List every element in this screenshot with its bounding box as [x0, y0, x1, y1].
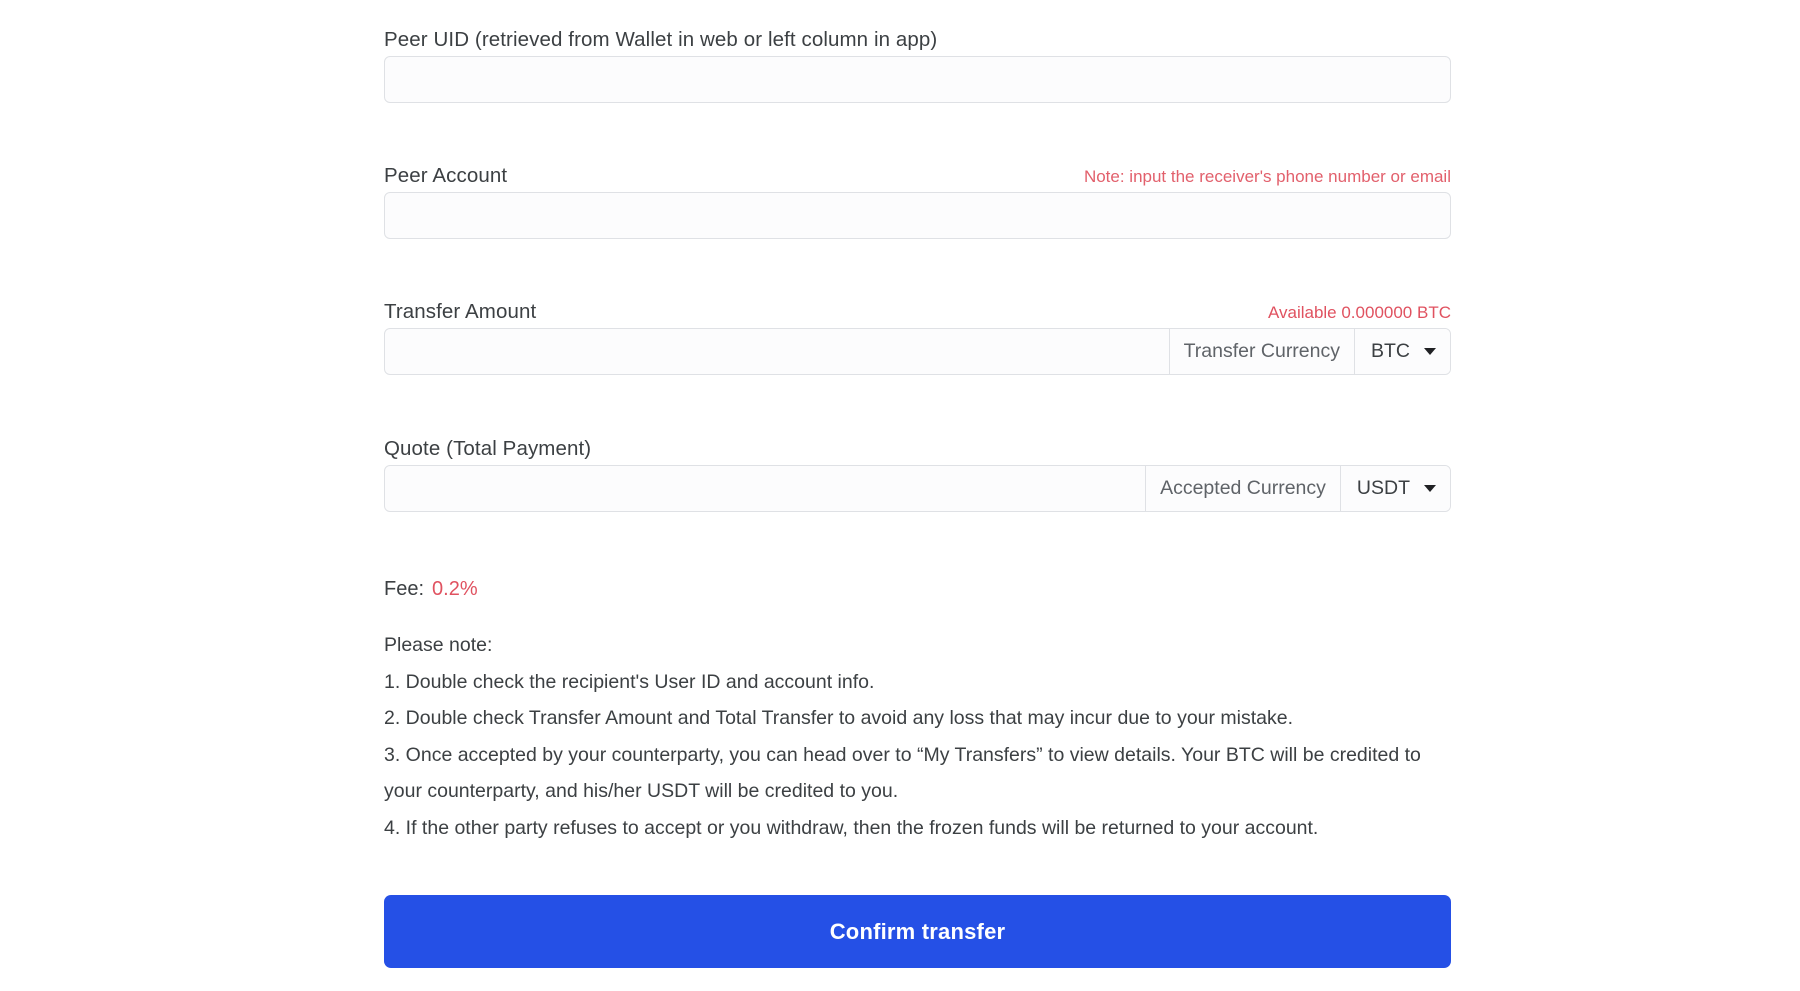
- confirm-transfer-button[interactable]: Confirm transfer: [384, 895, 1451, 968]
- transfer-page: Peer UID (retrieved from Wallet in web o…: [0, 0, 1800, 991]
- transfer-currency-value: BTC: [1371, 340, 1410, 363]
- peer-account-control: [384, 192, 1451, 239]
- note-item: 1. Double check the recipient's User ID …: [384, 664, 1434, 701]
- chevron-down-icon: [1424, 348, 1436, 355]
- field-quote-header: Quote (Total Payment): [384, 437, 1451, 465]
- field-transfer-amount: Transfer Amount Available 0.000000 BTC T…: [384, 300, 1451, 375]
- field-peer-account: Peer Account Note: input the receiver's …: [384, 164, 1451, 239]
- quote-label: Quote (Total Payment): [384, 437, 591, 461]
- chevron-down-icon: [1424, 485, 1436, 492]
- transfer-amount-control: Transfer Currency BTC: [384, 328, 1451, 375]
- peer-uid-input[interactable]: [385, 57, 1450, 102]
- peer-uid-label: Peer UID (retrieved from Wallet in web o…: [384, 28, 937, 52]
- transfer-currency-select[interactable]: BTC: [1354, 329, 1450, 374]
- please-note-block: Please note: 1. Double check the recipie…: [384, 627, 1434, 846]
- accepted-currency-addon-label: Accepted Currency: [1145, 466, 1340, 511]
- quote-control: Accepted Currency USDT: [384, 465, 1451, 512]
- quote-input[interactable]: [385, 466, 1145, 511]
- field-peer-account-header: Peer Account Note: input the receiver's …: [384, 164, 1451, 192]
- note-item: 4. If the other party refuses to accept …: [384, 810, 1434, 847]
- peer-account-input[interactable]: [385, 193, 1450, 238]
- accepted-currency-value: USDT: [1357, 477, 1410, 500]
- transfer-amount-input[interactable]: [385, 329, 1169, 374]
- transfer-currency-addon-label: Transfer Currency: [1169, 329, 1354, 374]
- peer-uid-control: [384, 56, 1451, 103]
- accepted-currency-select[interactable]: USDT: [1340, 466, 1450, 511]
- notes-heading: Please note:: [384, 627, 1434, 664]
- field-peer-uid-header: Peer UID (retrieved from Wallet in web o…: [384, 28, 1451, 56]
- fee-label: Fee:: [384, 578, 424, 600]
- available-balance: Available 0.000000 BTC: [1268, 303, 1451, 323]
- transfer-amount-label: Transfer Amount: [384, 300, 536, 324]
- fee-value: 0.2%: [432, 578, 478, 600]
- note-item: 2. Double check Transfer Amount and Tota…: [384, 700, 1434, 737]
- peer-account-label: Peer Account: [384, 164, 507, 188]
- note-item: 3. Once accepted by your counterparty, y…: [384, 737, 1434, 810]
- peer-account-note: Note: input the receiver's phone number …: [1084, 167, 1451, 187]
- fee-row: Fee: 0.2%: [384, 578, 478, 601]
- field-quote: Quote (Total Payment) Accepted Currency …: [384, 437, 1451, 512]
- field-transfer-amount-header: Transfer Amount Available 0.000000 BTC: [384, 300, 1451, 328]
- field-peer-uid: Peer UID (retrieved from Wallet in web o…: [384, 28, 1451, 103]
